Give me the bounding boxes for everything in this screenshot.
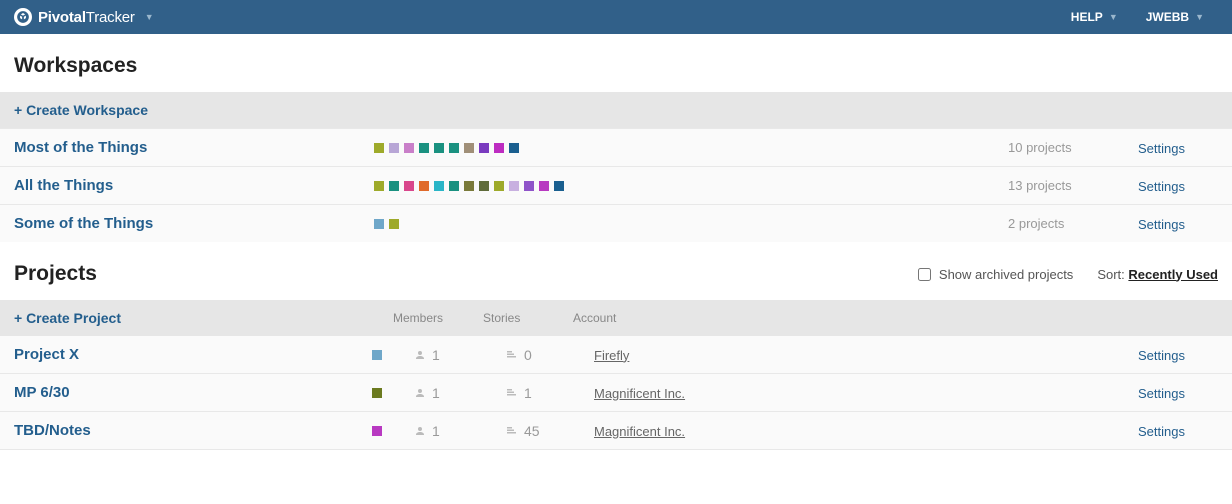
workspace-row: All the Things 13 projects Settings (0, 167, 1232, 205)
stories-icon (504, 425, 518, 437)
workspace-project-count: 2 projects (1008, 216, 1138, 231)
project-swatch (404, 143, 414, 153)
project-stories: 1 (504, 385, 594, 401)
project-swatch (404, 181, 414, 191)
workspace-row: Most of the Things 10 projects Settings (0, 128, 1232, 167)
project-row: MP 6/30 1 1 Magnificent Inc. Settings (0, 374, 1232, 412)
project-swatch (374, 143, 384, 153)
project-swatch (389, 219, 399, 229)
person-icon (414, 425, 426, 437)
workspace-link[interactable]: Some of the Things (14, 215, 153, 232)
create-project-link[interactable]: + Create Project (14, 310, 121, 326)
project-swatch (389, 181, 399, 191)
topbar-right: HELP ▼ JWEBB ▼ (1057, 0, 1218, 34)
stories-icon (504, 349, 518, 361)
column-header-account: Account (573, 311, 1138, 325)
stories-icon (504, 387, 518, 399)
brand-name: PivotalTracker (38, 9, 135, 26)
sort-value[interactable]: Recently Used (1128, 267, 1218, 282)
project-swatch (509, 143, 519, 153)
projects-list: Project X 1 0 Firefly Settings MP 6/30 1… (0, 336, 1232, 450)
user-label: JWEBB (1146, 10, 1189, 24)
person-icon (414, 349, 426, 361)
project-swatch (434, 143, 444, 153)
column-header-stories: Stories (483, 311, 573, 325)
project-settings-link[interactable]: Settings (1138, 424, 1185, 439)
workspaces-title: Workspaces (14, 54, 1218, 78)
project-row: TBD/Notes 1 45 Magnificent Inc. Settings (0, 412, 1232, 450)
project-row: Project X 1 0 Firefly Settings (0, 336, 1232, 374)
project-swatch (509, 181, 519, 191)
sort-box: Sort: Recently Used (1097, 267, 1218, 282)
workspaces-header: Workspaces (0, 34, 1232, 92)
chevron-down-icon: ▼ (145, 12, 154, 22)
project-swatch (524, 181, 534, 191)
rss-icon[interactable] (97, 266, 109, 282)
workspace-row: Some of the Things 2 projects Settings (0, 205, 1232, 242)
project-swatch (494, 143, 504, 153)
person-icon (414, 387, 426, 399)
project-swatch (449, 143, 459, 153)
chevron-down-icon: ▼ (1109, 12, 1118, 22)
workspaces-list: Most of the Things 10 projects Settings … (0, 128, 1232, 242)
help-label: HELP (1071, 10, 1103, 24)
show-archived-checkbox[interactable] (918, 268, 931, 281)
project-stories: 45 (504, 423, 594, 439)
project-swatch (479, 181, 489, 191)
project-swatch (539, 181, 549, 191)
project-swatch (374, 219, 384, 229)
help-menu[interactable]: HELP ▼ (1057, 0, 1132, 34)
project-account-link[interactable]: Magnificent Inc. (594, 424, 685, 439)
project-swatch (372, 426, 382, 436)
create-workspace-link[interactable]: + Create Workspace (14, 102, 148, 118)
project-swatch (464, 143, 474, 153)
brand[interactable]: PivotalTracker ▼ (14, 8, 154, 26)
project-link[interactable]: TBD/Notes (14, 422, 91, 439)
project-link[interactable]: Project X (14, 346, 79, 363)
project-account-link[interactable]: Firefly (594, 348, 629, 363)
user-menu[interactable]: JWEBB ▼ (1132, 0, 1218, 34)
project-members: 1 (414, 347, 504, 363)
topbar: PivotalTracker ▼ HELP ▼ JWEBB ▼ (0, 0, 1232, 34)
workspaces-create-bar: + Create Workspace (0, 92, 1232, 128)
column-header-members: Members (393, 311, 483, 325)
sort-label: Sort: (1097, 267, 1124, 282)
projects-title: Projects (14, 262, 97, 286)
workspace-link[interactable]: All the Things (14, 177, 113, 194)
project-swatch (554, 181, 564, 191)
workspace-settings-link[interactable]: Settings (1138, 217, 1185, 232)
project-settings-link[interactable]: Settings (1138, 386, 1185, 401)
workspace-swatches (374, 143, 1008, 153)
project-settings-link[interactable]: Settings (1138, 348, 1185, 363)
project-link[interactable]: MP 6/30 (14, 384, 70, 401)
project-swatch (419, 181, 429, 191)
brand-logo-icon (14, 8, 32, 26)
project-stories: 0 (504, 347, 594, 363)
workspace-settings-link[interactable]: Settings (1138, 141, 1185, 156)
project-swatch (449, 181, 459, 191)
project-swatch (494, 181, 504, 191)
project-swatch (479, 143, 489, 153)
project-swatch (464, 181, 474, 191)
project-swatch (372, 350, 382, 360)
workspace-swatches (374, 219, 1008, 229)
workspace-project-count: 13 projects (1008, 178, 1138, 193)
project-swatch (419, 143, 429, 153)
project-swatch (434, 181, 444, 191)
chevron-down-icon: ▼ (1195, 12, 1204, 22)
workspace-settings-link[interactable]: Settings (1138, 179, 1185, 194)
workspace-project-count: 10 projects (1008, 140, 1138, 155)
workspace-link[interactable]: Most of the Things (14, 139, 147, 156)
workspace-swatches (374, 181, 1008, 191)
project-swatch (389, 143, 399, 153)
show-archived-label: Show archived projects (939, 267, 1073, 282)
project-members: 1 (414, 423, 504, 439)
project-members: 1 (414, 385, 504, 401)
project-swatch (372, 388, 382, 398)
show-archived-toggle[interactable]: Show archived projects (918, 267, 1073, 282)
projects-create-bar: + Create Project Members Stories Account (0, 300, 1232, 336)
project-swatch (374, 181, 384, 191)
project-account-link[interactable]: Magnificent Inc. (594, 386, 685, 401)
projects-header: Projects Show archived projects Sort: Re… (0, 242, 1232, 300)
